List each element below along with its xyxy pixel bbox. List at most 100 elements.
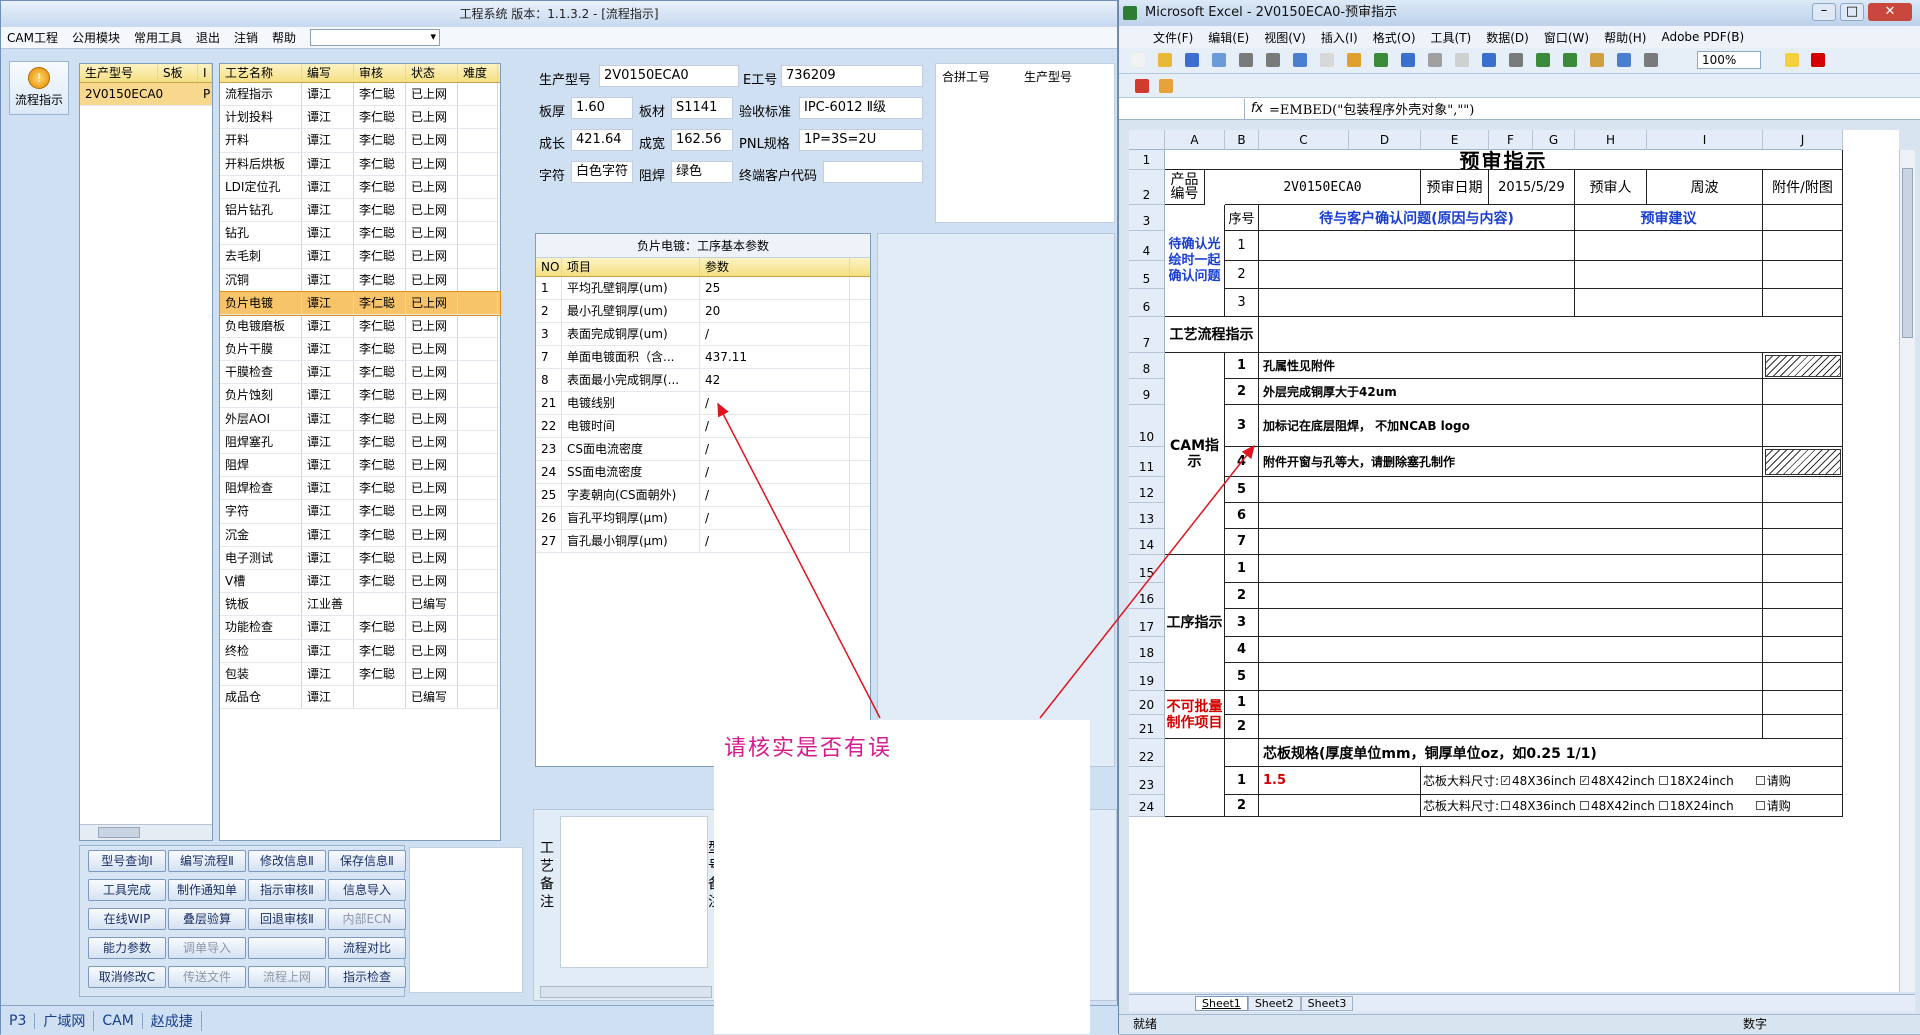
row-header[interactable]: 1 — [1129, 150, 1165, 170]
action-button-14[interactable] — [248, 937, 326, 959]
proc-item[interactable] — [1259, 637, 1763, 663]
excel-menu-item[interactable]: 窗口(W) — [1544, 29, 1589, 46]
row-header[interactable]: 22 — [1129, 739, 1165, 767]
label-issues[interactable]: 待与客户确认问题(原因与内容) — [1259, 205, 1575, 231]
process-row[interactable]: 外层AOI 谭江 李仁聪 已上网 — [220, 407, 500, 431]
process-row[interactable]: 阻焊检查 谭江 李仁聪 已上网 — [220, 477, 500, 501]
cam-attach[interactable] — [1763, 503, 1843, 529]
nb-item[interactable] — [1259, 691, 1763, 715]
core-checkbox[interactable]: ✓ — [1579, 776, 1589, 785]
process-row[interactable]: 负片干膜 谭江 李仁聪 已上网 — [220, 338, 500, 362]
cam-attach[interactable] — [1763, 405, 1843, 447]
toolbar-icon[interactable] — [1185, 53, 1199, 67]
sheet-tab-2[interactable]: Sheet2 — [1247, 996, 1301, 1011]
label-reviewer[interactable]: 预审人 — [1575, 170, 1647, 205]
param-row[interactable]: 21 电镀线别 / — [536, 392, 870, 415]
action-button-9[interactable]: 叠层验算 — [168, 908, 246, 930]
proc-item[interactable] — [1259, 555, 1763, 583]
process-row[interactable]: 开料后烘板 谭江 李仁聪 已上网 — [220, 152, 500, 176]
label-date[interactable]: 预审日期 — [1421, 170, 1489, 205]
toolbar-icon[interactable] — [1401, 53, 1415, 67]
label-advice[interactable]: 预审建议 — [1575, 205, 1763, 231]
pdf-icon[interactable] — [1135, 79, 1149, 93]
proc-attach[interactable] — [1763, 637, 1843, 663]
proc-attach[interactable] — [1763, 555, 1843, 583]
process-row[interactable]: 沉铜 谭江 李仁聪 已上网 — [220, 268, 500, 292]
cam-item[interactable] — [1259, 477, 1763, 503]
proc-attach[interactable] — [1763, 609, 1843, 637]
process-row[interactable]: 计划投料 谭江 李仁聪 已上网 — [220, 106, 500, 130]
core-options[interactable]: 芯板大料尺寸: ✓ 48X36inch ✓ 48X42inch 18X24inch 请购 — [1421, 767, 1843, 795]
close-icon[interactable]: ✕ — [1868, 3, 1912, 21]
nb-item[interactable] — [1259, 715, 1763, 739]
name-box[interactable] — [1125, 98, 1245, 119]
vertical-scrollbar[interactable] — [1899, 150, 1915, 992]
excel-menu-item[interactable]: Adobe PDF(B) — [1661, 30, 1744, 44]
cam-seq[interactable]: 7 — [1225, 529, 1259, 555]
action-button-10[interactable]: 回退审核Ⅱ — [248, 908, 326, 930]
mat-field[interactable]: S1141 — [671, 97, 733, 119]
action-button-19[interactable]: 指示检查 — [328, 966, 406, 988]
process-row[interactable]: 字符 谭江 李仁聪 已上网 — [220, 500, 500, 524]
sheet-tab-3[interactable]: Sheet3 — [1300, 996, 1354, 1011]
seq-cell[interactable]: 3 — [1225, 289, 1259, 317]
action-button-5[interactable]: 制作通知单 — [168, 879, 246, 901]
action-button-0[interactable]: 型号查询Ⅰ — [88, 850, 166, 872]
fill-color-icon[interactable] — [1785, 53, 1799, 67]
process-row[interactable]: 流程指示 谭江 李仁聪 已上网 — [220, 83, 500, 107]
process-row[interactable]: 功能检查 谭江 李仁聪 已上网 — [220, 616, 500, 640]
toolbar-icon[interactable] — [1644, 53, 1658, 67]
process-row[interactable]: 电子测试 谭江 李仁聪 已上网 — [220, 546, 500, 570]
core-seq[interactable]: 1 — [1225, 767, 1259, 795]
label-cam[interactable]: CAM指示 — [1165, 353, 1225, 555]
process-row[interactable]: 沉金 谭江 李仁聪 已上网 — [220, 523, 500, 547]
cam-attach[interactable] — [1763, 529, 1843, 555]
cam-seq[interactable]: 1 — [1225, 353, 1259, 379]
advice-cell[interactable] — [1575, 231, 1763, 261]
cam-item[interactable]: 附件开窗与孔等大，请删除塞孔制作 — [1259, 447, 1763, 477]
excel-menu-item[interactable]: 插入(I) — [1321, 29, 1358, 46]
process-row[interactable]: 负片蚀刻 谭江 李仁聪 已上网 — [220, 384, 500, 408]
core-seq-h[interactable] — [1225, 739, 1259, 767]
seq-cell[interactable]: 2 — [1225, 261, 1259, 289]
excel-menu-item[interactable]: 数据(D) — [1486, 29, 1529, 46]
process-row[interactable]: 干膜检查 谭江 李仁聪 已上网 — [220, 361, 500, 385]
pcol-no[interactable]: NO — [536, 258, 562, 276]
maximize-icon[interactable]: □ — [1840, 3, 1864, 21]
col-i[interactable]: I — [198, 64, 212, 82]
excel-menu-item[interactable]: 编辑(E) — [1208, 29, 1249, 46]
core-checkbox[interactable] — [1579, 801, 1589, 810]
side-list[interactable] — [409, 847, 523, 993]
toolbar-icon[interactable] — [1158, 53, 1172, 67]
nb-attach[interactable] — [1763, 715, 1843, 739]
col-header[interactable]: D — [1349, 130, 1421, 150]
param-row[interactable]: 2 最小孔壁铜厚(um) 20 — [536, 300, 870, 323]
row-header[interactable]: 5 — [1129, 261, 1165, 289]
pcol-item[interactable]: 项目 — [562, 258, 700, 276]
issue-cell[interactable] — [1259, 289, 1575, 317]
col-reviewer[interactable]: 审核 — [354, 64, 406, 82]
toolbar-icon[interactable] — [1347, 53, 1361, 67]
process-row[interactable]: 阻焊塞孔 谭江 李仁聪 已上网 — [220, 430, 500, 454]
core-checkbox[interactable]: ✓ — [1501, 776, 1511, 785]
mask-field[interactable]: 绿色 — [671, 161, 733, 183]
row-header[interactable]: 19 — [1129, 663, 1165, 691]
label-confirm[interactable]: 待确认光绘时一起确认问题 — [1165, 205, 1225, 317]
row-header[interactable]: 15 — [1129, 555, 1165, 583]
label-nobatch[interactable]: 不可批量制作项目 — [1165, 691, 1225, 739]
row-header[interactable]: 3 — [1129, 205, 1165, 231]
zoom-select[interactable]: 100% — [1697, 51, 1761, 69]
param-row[interactable]: 8 表面最小完成铜厚(... 42 — [536, 369, 870, 392]
process-row[interactable]: 铣板 江业善 已编写 — [220, 593, 500, 617]
attachment-image[interactable] — [1765, 449, 1841, 475]
cam-attach[interactable] — [1763, 379, 1843, 405]
col-header[interactable]: C — [1259, 130, 1349, 150]
label-proc[interactable]: 工序指示 — [1165, 555, 1225, 691]
col-header[interactable]: A — [1165, 130, 1225, 150]
nb-attach[interactable] — [1763, 691, 1843, 715]
proc-attach[interactable] — [1763, 583, 1843, 609]
action-button-12[interactable]: 能力参数 — [88, 937, 166, 959]
toolbar-icon[interactable] — [1509, 53, 1523, 67]
param-row[interactable]: 1 平均孔壁铜厚(um) 25 — [536, 277, 870, 300]
process-row[interactable]: 包装 谭江 李仁聪 已上网 — [220, 662, 500, 686]
